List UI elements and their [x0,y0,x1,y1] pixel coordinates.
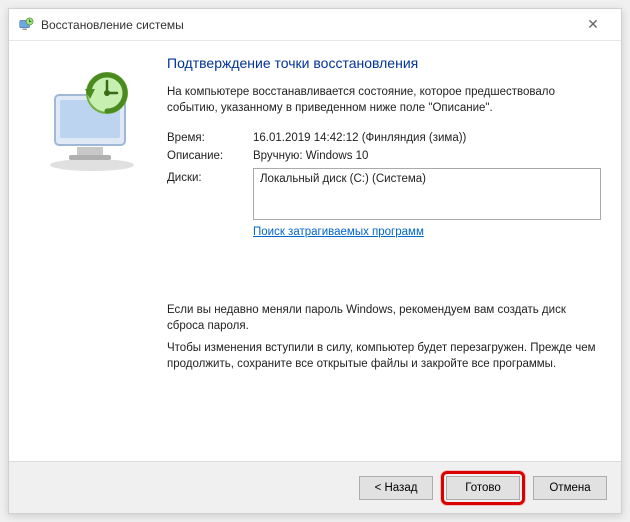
dialog-window: Восстановление системы ✕ [8,8,622,514]
titlebar: Восстановление системы ✕ [9,9,621,41]
affected-programs-link[interactable]: Поиск затрагиваемых программ [253,226,424,238]
window-title: Восстановление системы [41,18,573,32]
disks-row: Диски: Локальный диск (C:) (Система) [167,168,601,220]
back-button[interactable]: < Назад [359,476,433,500]
description-text: На компьютере восстанавливается состояни… [167,85,601,116]
time-value: 16.01.2019 14:42:12 (Финляндия (зима)) [253,132,601,144]
note-restart: Чтобы изменения вступили в силу, компьют… [167,340,601,372]
finish-button[interactable]: Готово [446,476,520,500]
restore-illustration-icon [37,67,147,177]
description-value: Вручную: Windows 10 [253,150,601,162]
disks-list: Локальный диск (C:) (Система) [253,168,601,220]
finish-highlight: Готово [441,471,525,505]
page-heading: Подтверждение точки восстановления [167,55,601,71]
notes-block: Если вы недавно меняли пароль Windows, р… [167,302,601,372]
right-column: Подтверждение точки восстановления На ко… [167,49,601,461]
disks-label: Диски: [167,168,253,220]
note-password: Если вы недавно меняли пароль Windows, р… [167,302,601,334]
time-row: Время: 16.01.2019 14:42:12 (Финляндия (з… [167,132,601,144]
cancel-button[interactable]: Отмена [533,476,607,500]
dialog-footer: < Назад Готово Отмена [9,461,621,513]
left-column [17,49,167,461]
system-restore-icon [17,16,35,34]
close-button[interactable]: ✕ [573,16,613,33]
time-label: Время: [167,132,253,144]
description-label: Описание: [167,150,253,162]
description-row: Описание: Вручную: Windows 10 [167,150,601,162]
dialog-body: Подтверждение точки восстановления На ко… [9,41,621,461]
